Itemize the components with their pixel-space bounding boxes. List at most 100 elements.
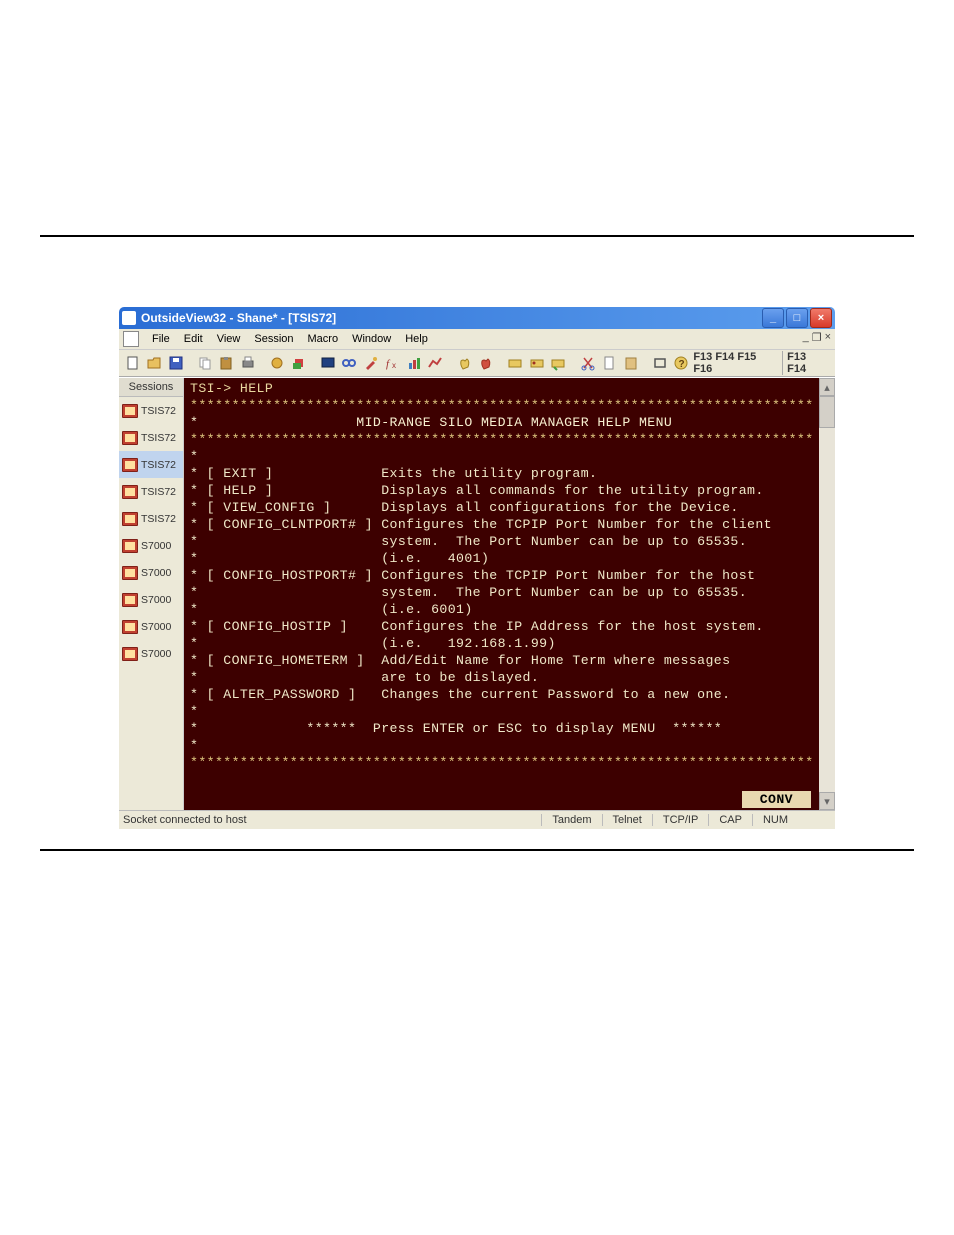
session-item[interactable]: TSIS72 — [119, 424, 183, 451]
session-label: S7000 — [141, 594, 171, 606]
cut-icon[interactable] — [578, 353, 597, 373]
session-item[interactable]: TSIS72 — [119, 397, 183, 424]
sessions-sidebar: Sessions TSIS72TSIS72TSIS72TSIS72TSIS72S… — [119, 378, 184, 810]
session-item[interactable]: S7000 — [119, 559, 183, 586]
chart-icon[interactable] — [426, 353, 445, 373]
terminal-icon — [122, 512, 138, 526]
terminal-icon — [122, 404, 138, 418]
scroll-thumb[interactable] — [819, 396, 835, 428]
blank-star-line: * * — [190, 737, 815, 754]
hand-red-icon[interactable] — [476, 353, 495, 373]
star-line: ****************************************… — [190, 431, 815, 448]
bars-icon[interactable] — [404, 353, 423, 373]
command-line: * [ HELP ] Displays all commands for the… — [190, 482, 815, 499]
session-label: S7000 — [141, 540, 171, 552]
mdi-buttons: _ ❐ × — [803, 331, 831, 344]
menu-session[interactable]: Session — [247, 333, 300, 345]
command-line: * [ CONFIG_HOMETERM ] Add/Edit Name for … — [190, 652, 815, 669]
command-desc-line: * are to be dislayed. * — [190, 669, 815, 686]
session-label: TSIS72 — [141, 405, 176, 417]
command-desc-line: * (i.e. 192.168.1.99) * — [190, 635, 815, 652]
command-desc-line: * system. The Port Number can be up to 6… — [190, 584, 815, 601]
hand-yellow-icon[interactable] — [455, 353, 474, 373]
key3-icon[interactable] — [549, 353, 568, 373]
minimize-button[interactable]: _ — [762, 308, 784, 328]
save-icon[interactable] — [166, 353, 185, 373]
new-icon[interactable] — [123, 353, 142, 373]
blank-star-line: * * — [190, 448, 815, 465]
fkeys-group-2[interactable]: F13 F14 — [782, 351, 831, 375]
page-separator-bottom — [40, 849, 914, 851]
terminal-icon — [122, 566, 138, 580]
sidebar-header: Sessions — [119, 378, 183, 397]
status-cell-tandem: Tandem — [541, 814, 601, 826]
session-item[interactable]: TSIS72 — [119, 451, 183, 478]
doc-icon[interactable] — [599, 353, 618, 373]
terminal-icon — [122, 539, 138, 553]
status-cell-tcpip: TCP/IP — [652, 814, 708, 826]
scroll-up-icon[interactable]: ▴ — [819, 378, 835, 396]
command-desc-line: * (i.e. 6001) * — [190, 601, 815, 618]
terminal-icon — [122, 620, 138, 634]
rect-icon[interactable] — [650, 353, 669, 373]
copy-icon[interactable] — [195, 353, 214, 373]
settings-icon[interactable] — [268, 353, 287, 373]
maximize-button[interactable]: □ — [786, 308, 808, 328]
scroll-down-icon[interactable]: ▾ — [819, 792, 835, 810]
scroll-track[interactable] — [819, 428, 835, 792]
terminal-title-line: * MID-RANGE SILO MEDIA MANAGER HELP MENU… — [190, 414, 815, 431]
session-label: S7000 — [141, 648, 171, 660]
command-line: * [ CONFIG_CLNTPORT# ] Configures the TC… — [190, 516, 815, 533]
link-icon[interactable] — [340, 353, 359, 373]
session-label: S7000 — [141, 621, 171, 633]
scrollbar[interactable]: ▴ ▾ — [819, 378, 835, 810]
session-label: TSIS72 — [141, 432, 176, 444]
session-item[interactable]: S7000 — [119, 586, 183, 613]
session-item[interactable]: S7000 — [119, 532, 183, 559]
svg-text:x: x — [392, 361, 396, 370]
mdi-close[interactable]: × — [825, 331, 831, 344]
toolbar: fx ? F13 F14 F15 F16 F13 F14 — [119, 350, 835, 377]
work-area: Sessions TSIS72TSIS72TSIS72TSIS72TSIS72S… — [119, 377, 835, 810]
app-icon — [122, 311, 136, 325]
blank-star-line: * * — [190, 703, 815, 720]
mdi-restore[interactable]: ❐ — [812, 331, 822, 344]
menu-file[interactable]: File — [145, 333, 177, 345]
clip-icon[interactable] — [621, 353, 640, 373]
fx-icon[interactable]: fx — [383, 353, 402, 373]
screen-icon[interactable] — [318, 353, 337, 373]
menu-window[interactable]: Window — [345, 333, 398, 345]
menu-help[interactable]: Help — [398, 333, 435, 345]
terminal-screen[interactable]: TSI-> HELP *****************************… — [184, 378, 819, 810]
key1-icon[interactable] — [506, 353, 525, 373]
command-line: * [ EXIT ] Exits the utility program. * — [190, 465, 815, 482]
session-item[interactable]: S7000 — [119, 613, 183, 640]
star-line: ****************************************… — [190, 754, 815, 771]
paste-icon[interactable] — [217, 353, 236, 373]
open-icon[interactable] — [144, 353, 163, 373]
wizard-icon[interactable] — [289, 353, 308, 373]
menu-macro[interactable]: Macro — [301, 333, 346, 345]
fkeys-group-1[interactable]: F13 F14 F15 F16 — [693, 351, 780, 375]
tools-icon[interactable] — [361, 353, 380, 373]
terminal-prompt: TSI-> HELP — [190, 380, 815, 397]
status-cell-num: NUM — [752, 814, 798, 826]
terminal-icon — [122, 458, 138, 472]
title-bar[interactable]: OutsideView32 - Shane* - [TSIS72] _ □ × — [119, 307, 835, 329]
menu-view[interactable]: View — [210, 333, 248, 345]
app-window: OutsideView32 - Shane* - [TSIS72] _ □ × … — [119, 307, 835, 829]
menu-edit[interactable]: Edit — [177, 333, 210, 345]
key2-icon[interactable] — [527, 353, 546, 373]
print-icon[interactable] — [238, 353, 257, 373]
session-item[interactable]: TSIS72 — [119, 478, 183, 505]
terminal-icon — [122, 431, 138, 445]
session-item[interactable]: TSIS72 — [119, 505, 183, 532]
close-button[interactable]: × — [810, 308, 832, 328]
mdi-minimize[interactable]: _ — [803, 331, 809, 344]
svg-text:?: ? — [679, 359, 685, 370]
session-label: TSIS72 — [141, 459, 176, 471]
help-icon[interactable]: ? — [672, 353, 691, 373]
page-separator-top — [40, 235, 914, 237]
session-item[interactable]: S7000 — [119, 640, 183, 667]
command-desc-line: * system. The Port Number can be up to 6… — [190, 533, 815, 550]
